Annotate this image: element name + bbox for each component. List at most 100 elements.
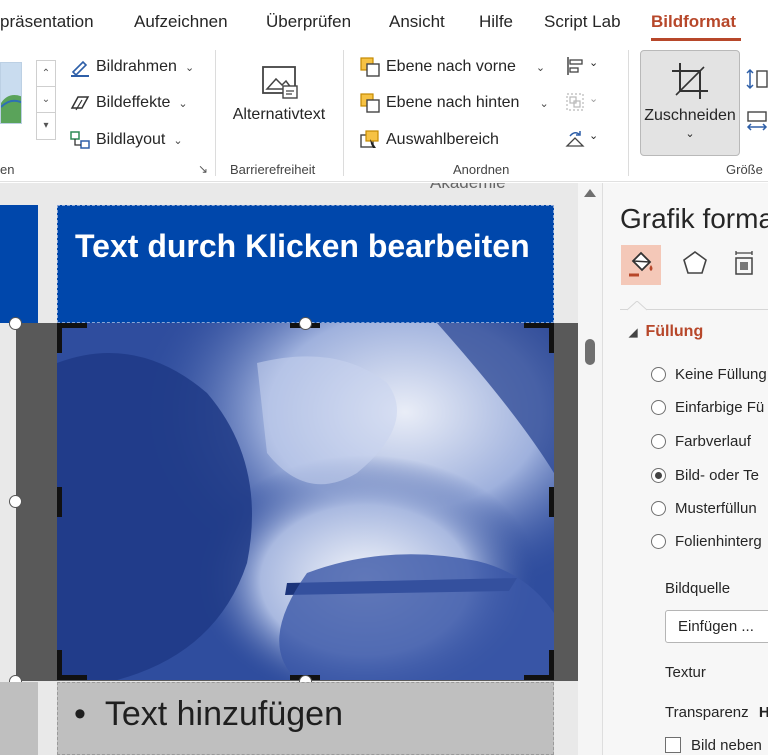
group-separator bbox=[343, 50, 344, 176]
dialog-launcher-icon[interactable]: ↘ bbox=[198, 162, 208, 176]
radio-label: Farbverlauf bbox=[675, 433, 751, 450]
ribbon-tab-bar: präsentation Aufzeichnen Überprüfen Ansi… bbox=[0, 0, 768, 44]
crop-handle-right[interactable] bbox=[549, 487, 554, 517]
title-placeholder[interactable]: Text durch Klicken bearbeiten bbox=[57, 205, 554, 323]
slide-canvas[interactable]: Akademie Text durch Klicken bearbeiten bbox=[0, 183, 578, 755]
chevron-down-icon: ⌄ bbox=[685, 128, 695, 140]
radio-button-selected[interactable] bbox=[651, 468, 666, 483]
bildrahmen-button[interactable]: Bildrahmen ⌄ bbox=[70, 54, 194, 80]
radio-pattern-fill[interactable]: Musterfüllun bbox=[651, 500, 757, 517]
group-objects-button[interactable]: ⌄ bbox=[565, 92, 598, 112]
bildrahmen-label: Bildrahmen bbox=[96, 58, 177, 75]
align-button[interactable]: ⌄ bbox=[565, 56, 598, 76]
bildlayout-button[interactable]: Bildlayout ⌄ bbox=[70, 127, 183, 153]
canvas-scrollbar[interactable] bbox=[578, 183, 602, 755]
radio-button[interactable] bbox=[651, 400, 666, 415]
gallery-up-icon[interactable]: ⌃ bbox=[37, 61, 55, 87]
active-tab-pointer-icon bbox=[627, 301, 647, 311]
transparency-slider-start[interactable]: H bbox=[759, 704, 768, 721]
adjacent-shape bbox=[0, 682, 38, 755]
group-separator bbox=[628, 50, 629, 176]
ebene-nach-vorne-label: Ebene nach vorne bbox=[386, 58, 516, 75]
send-backward-icon bbox=[360, 93, 380, 113]
group-label-arrange: Anordnen bbox=[453, 162, 510, 177]
group-icon bbox=[565, 92, 585, 112]
crop-handle-top-right[interactable] bbox=[524, 323, 554, 353]
alternativtext-label: Alternativtext bbox=[232, 106, 326, 123]
tab-hilfe[interactable]: Hilfe bbox=[479, 12, 513, 32]
cropped-picture[interactable] bbox=[57, 323, 554, 680]
radio-button[interactable] bbox=[651, 501, 666, 516]
chevron-down-icon: ⌄ bbox=[589, 57, 599, 69]
radio-label: Folienhinterg bbox=[675, 533, 762, 550]
effects-tab[interactable] bbox=[675, 245, 715, 285]
pane-title: Grafik forma bbox=[620, 203, 768, 234]
gallery-more-icon[interactable]: ▾ bbox=[37, 113, 55, 139]
bring-forward-icon bbox=[360, 57, 380, 77]
crop-handle-left[interactable] bbox=[57, 487, 62, 517]
crop-handle-top-left[interactable] bbox=[57, 323, 87, 353]
radio-label: Bild- oder Te bbox=[675, 467, 759, 484]
resize-handle-top-left[interactable] bbox=[9, 317, 22, 330]
size-properties-tab[interactable] bbox=[725, 245, 765, 285]
picture-effects-icon bbox=[70, 93, 90, 113]
radio-button[interactable] bbox=[651, 534, 666, 549]
tab-aufzeichnen[interactable]: Aufzeichnen bbox=[134, 12, 228, 32]
align-icon bbox=[565, 56, 585, 76]
tab-bildformat[interactable]: Bildformat bbox=[651, 12, 736, 32]
chevron-down-icon: ⌄ bbox=[173, 134, 183, 147]
transparency-text: Transparenz bbox=[665, 704, 749, 721]
picture-style-thumbnail[interactable] bbox=[0, 62, 22, 124]
bildlayout-label: Bildlayout bbox=[96, 131, 166, 148]
radio-solid-fill[interactable]: Einfarbige Fü bbox=[651, 399, 764, 416]
size-properties-icon bbox=[731, 249, 759, 282]
scroll-thumb[interactable] bbox=[585, 339, 595, 365]
radio-slide-background-fill[interactable]: Folienhinterg bbox=[651, 533, 762, 550]
picture-layout-icon bbox=[70, 130, 90, 150]
bildeffekte-button[interactable]: Bildeffekte ⌄ bbox=[70, 90, 188, 116]
scroll-up-icon[interactable] bbox=[584, 189, 596, 197]
tile-picture-checkbox[interactable] bbox=[665, 737, 681, 753]
bullet-label: Text hinzufügen bbox=[104, 695, 343, 733]
chevron-down-icon: ⌄ bbox=[589, 130, 599, 142]
format-picture-pane: Grafik forma ◢ Füllung Keine Füllung Einf… bbox=[602, 183, 768, 755]
fill-section-header[interactable]: ◢ Füllung bbox=[629, 323, 703, 341]
bullet-glyph: • bbox=[74, 695, 86, 733]
resize-handle-left[interactable] bbox=[9, 495, 22, 508]
radio-button[interactable] bbox=[651, 434, 666, 449]
alt-text-icon bbox=[224, 56, 334, 100]
radio-button[interactable] bbox=[651, 367, 666, 382]
width-icon bbox=[746, 110, 768, 131]
crop-handle-bottom-left[interactable] bbox=[57, 650, 87, 680]
tab-ansicht[interactable]: Ansicht bbox=[389, 12, 445, 32]
chevron-down-icon: ⌄ bbox=[539, 97, 549, 110]
radio-picture-texture-fill[interactable]: Bild- oder Te bbox=[651, 467, 759, 484]
insert-picture-button[interactable]: Einfügen ... bbox=[665, 610, 768, 643]
ebene-nach-vorne-button[interactable]: Ebene nach vorne ⌄ bbox=[360, 54, 545, 80]
rotate-button[interactable]: ⌄ bbox=[565, 129, 598, 149]
slide-background-text: Akademie bbox=[430, 183, 506, 193]
auswahlbereich-label: Auswahlbereich bbox=[386, 131, 499, 148]
group-label-size: Größe bbox=[726, 162, 763, 177]
ebene-nach-hinten-button[interactable]: Ebene nach hinten ⌄ bbox=[360, 90, 549, 116]
radio-gradient-fill[interactable]: Farbverlauf bbox=[651, 433, 751, 450]
fill-line-tab[interactable] bbox=[621, 245, 661, 285]
gallery-down-icon[interactable]: ⌄ bbox=[37, 87, 55, 113]
auswahlbereich-button[interactable]: Auswahlbereich bbox=[360, 127, 499, 153]
gallery-scroll-buttons: ⌃ ⌄ ▾ bbox=[36, 60, 56, 140]
chevron-down-icon: ⌄ bbox=[178, 97, 188, 110]
tab-ueberpruefen[interactable]: Überprüfen bbox=[266, 12, 351, 32]
tab-bildschirmpraesentation[interactable]: präsentation bbox=[0, 12, 94, 32]
chevron-down-icon: ⌄ bbox=[184, 61, 195, 74]
content-placeholder[interactable]: • Text hinzufügen bbox=[57, 682, 554, 755]
tab-script-lab[interactable]: Script Lab bbox=[544, 12, 621, 32]
radio-no-fill[interactable]: Keine Füllung bbox=[651, 366, 767, 383]
resize-handle-top[interactable] bbox=[299, 317, 312, 330]
zuschneiden-button[interactable]: Zuschneiden ⌄ bbox=[640, 50, 740, 156]
texture-label: Textur bbox=[665, 664, 706, 681]
alternativtext-button[interactable]: Alternativtext bbox=[224, 56, 334, 124]
group-label-picture-styles: en bbox=[0, 162, 15, 177]
crop-handle-bottom-right[interactable] bbox=[524, 650, 554, 680]
collapse-triangle-icon: ◢ bbox=[629, 327, 638, 339]
fill-section-title: Füllung bbox=[645, 323, 704, 340]
